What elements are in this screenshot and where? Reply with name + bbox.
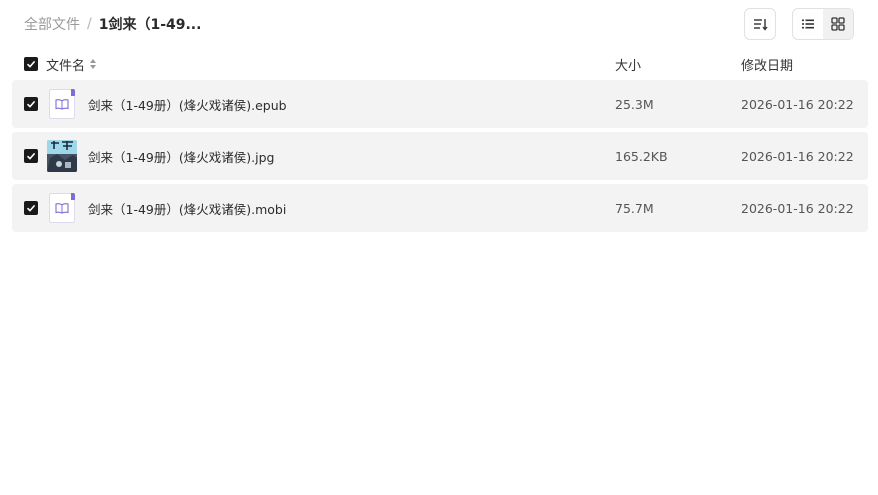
file-size: 165.2KB — [615, 148, 668, 164]
checkmark-icon — [26, 152, 36, 160]
select-all-checkbox[interactable] — [24, 57, 38, 71]
grid-view-button[interactable] — [823, 9, 853, 39]
checkmark-icon — [26, 100, 36, 108]
breadcrumb-root-link[interactable]: 全部文件 — [24, 14, 80, 34]
sort-icon — [754, 19, 768, 31]
grid-view-icon — [831, 17, 845, 31]
image-thumbnail — [47, 140, 77, 172]
file-name[interactable]: 剑来（1-49册）(烽火戏诸侯).epub — [88, 95, 287, 114]
ebook-icon — [49, 89, 75, 119]
file-name[interactable]: 剑来（1-49册）(烽火戏诸侯).mobi — [88, 199, 286, 218]
file-size: 25.3M — [615, 96, 654, 112]
file-date: 2026-01-16 20:22 — [741, 200, 854, 216]
table-header: 文件名 大小 修改日期 — [12, 52, 868, 76]
file-list: 剑来（1-49册）(烽火戏诸侯).epub 25.3M 2026-01-16 2… — [12, 80, 868, 236]
breadcrumb: 全部文件 / 1剑来（1-49... — [24, 14, 201, 34]
date-column-header[interactable]: 修改日期 — [741, 55, 793, 74]
name-column-header[interactable]: 文件名 — [46, 55, 98, 74]
size-column-header[interactable]: 大小 — [615, 55, 641, 74]
sort-arrows-icon — [90, 59, 97, 69]
row-checkbox[interactable] — [24, 201, 38, 215]
table-row[interactable]: 剑来（1-49册）(烽火戏诸侯).epub 25.3M 2026-01-16 2… — [12, 80, 868, 128]
breadcrumb-current: 1剑来（1-49... — [98, 17, 202, 33]
list-view-button[interactable] — [793, 9, 823, 39]
list-view-icon — [802, 19, 814, 29]
sort-button[interactable] — [744, 8, 776, 40]
file-date: 2026-01-16 20:22 — [741, 96, 854, 112]
table-row[interactable]: 剑来（1-49册）(烽火戏诸侯).mobi 75.7M 2026-01-16 2… — [12, 184, 868, 232]
row-checkbox[interactable] — [24, 97, 38, 111]
table-row[interactable]: 剑来（1-49册）(烽火戏诸侯).jpg 165.2KB 2026-01-16 … — [12, 132, 868, 180]
checkmark-icon — [26, 60, 36, 68]
checkmark-icon — [26, 204, 36, 212]
name-header-label: 文件名 — [46, 58, 86, 74]
file-date: 2026-01-16 20:22 — [741, 148, 854, 164]
ebook-icon — [49, 193, 75, 223]
breadcrumb-separator: / — [87, 16, 92, 32]
view-toggle — [792, 8, 854, 40]
file-size: 75.7M — [615, 200, 654, 216]
row-checkbox[interactable] — [24, 149, 38, 163]
file-name[interactable]: 剑来（1-49册）(烽火戏诸侯).jpg — [88, 147, 274, 166]
